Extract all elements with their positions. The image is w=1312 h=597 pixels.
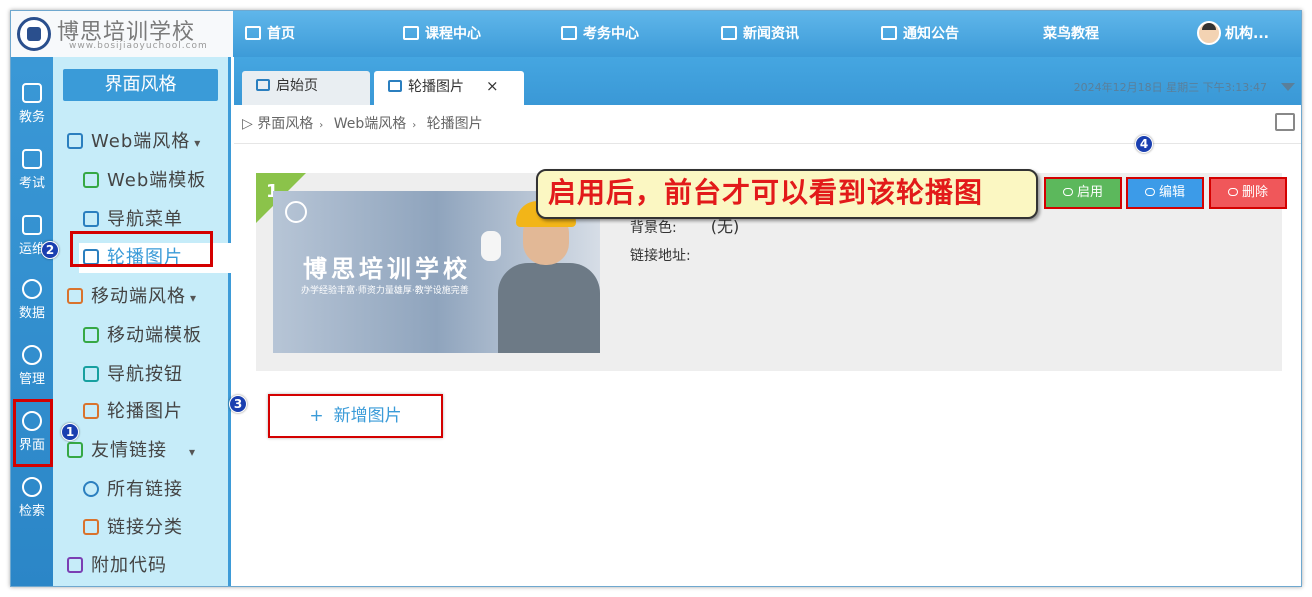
annotation-callout: 启用后，前台才可以看到该轮播图 <box>536 169 1038 219</box>
rail-item-ops[interactable]: 运维 <box>11 207 53 269</box>
nav-account[interactable]: 机构... <box>1197 11 1269 57</box>
nav-courses[interactable]: 课程中心 <box>403 11 481 57</box>
worker-figure <box>498 263 600 353</box>
category-icon <box>83 519 99 535</box>
sidebar-item-extra-code[interactable]: 附加代码 <box>67 551 167 581</box>
chevron-down-icon[interactable] <box>1281 83 1295 91</box>
app-window: 博思培训学校 www.bosijiaoyuchool.com 首页 课程中心 考… <box>10 10 1302 587</box>
books-icon <box>22 83 42 103</box>
banner-subtitle: 办学经验丰富·师资力量雄厚·教学设施完善 <box>301 286 469 296</box>
globe-icon <box>83 481 99 497</box>
tab-bar: 启始页 轮播图片 × 2024年12月18日 星期三 下午3:13:47 <box>234 57 1301 105</box>
breadcrumb-item[interactable]: Web端风格 <box>334 116 407 132</box>
monitor-icon <box>67 133 83 149</box>
nav-exams[interactable]: 考务中心 <box>561 11 639 57</box>
tab-start-page[interactable]: 启始页 <box>242 71 370 105</box>
sidebar-item-friend-links[interactable]: 友情链接 ▾ <box>67 436 196 466</box>
link-field: 链接地址: <box>630 248 691 264</box>
sidebar: 界面风格 Web端风格 ▾ Web端模板 导航菜单 轮播图片 移动端风格 ▾ 移动端… <box>53 57 233 586</box>
pie-chart-icon <box>22 279 42 299</box>
menu-tree-icon <box>83 211 99 227</box>
rail-item-manage[interactable]: 管理 <box>11 337 53 399</box>
sidebar-item-all-links[interactable]: 所有链接 <box>83 475 183 505</box>
sidebar-item-web-template[interactable]: Web端模板 <box>83 166 206 196</box>
add-image-button[interactable]: + 新增图片 <box>268 394 443 438</box>
toggle-icon <box>1062 188 1073 196</box>
grid-icon <box>83 366 99 382</box>
sidebar-header[interactable]: 界面风格 <box>63 69 218 101</box>
avatar <box>1197 21 1221 45</box>
logo[interactable]: 博思培训学校 www.bosijiaoyuchool.com <box>11 11 233 57</box>
close-icon[interactable]: × <box>486 77 499 95</box>
home-icon <box>245 26 261 40</box>
breadcrumb-item: 轮播图片 <box>426 116 483 132</box>
link-icon <box>67 442 83 458</box>
sidebar-item-link-categories[interactable]: 链接分类 <box>83 513 183 543</box>
step-marker: 4 <box>1135 135 1153 153</box>
breadcrumb-item[interactable]: 界面风格 <box>257 116 313 132</box>
step-marker: 2 <box>41 241 59 259</box>
rail-item-search[interactable]: 检索 <box>11 469 53 531</box>
plus-icon: + <box>309 406 324 426</box>
datetime: 2024年12月18日 星期三 下午3:13:47 <box>1073 81 1267 94</box>
worker-hand <box>481 231 501 261</box>
module-rail: 教务 考试 运维 数据 管理 界面 检索 <box>11 57 53 586</box>
school-seal-icon <box>17 17 51 51</box>
nav-tutorial[interactable]: 菜鸟教程 <box>1043 11 1099 57</box>
breadcrumb: ▷ 界面风格 › Web端风格 › 轮播图片 <box>242 113 483 133</box>
rail-item-exam[interactable]: 考试 <box>11 141 53 203</box>
edit-button[interactable]: 编辑 <box>1126 177 1204 209</box>
mobile-icon <box>67 288 83 304</box>
enable-button[interactable]: 启用 <box>1044 177 1122 209</box>
logo-subtitle: www.bosijiaoyuchool.com <box>69 41 208 51</box>
home-icon <box>256 79 270 91</box>
sidebar-item-mobile-carousel[interactable]: 轮播图片 <box>83 397 183 427</box>
carousel-icon <box>388 80 402 92</box>
highlight-box-carousel <box>70 231 213 267</box>
delete-button[interactable]: 删除 <box>1209 177 1287 209</box>
chevron-down-icon: ▾ <box>190 291 198 305</box>
printer-icon[interactable] <box>1275 113 1295 131</box>
rail-item-data[interactable]: 数据 <box>11 271 53 333</box>
shirt-icon <box>83 172 99 188</box>
exam-icon <box>22 149 42 169</box>
trash-icon <box>1227 188 1238 196</box>
sidebar-item-web-style[interactable]: Web端风格 ▾ <box>67 127 201 157</box>
banner-title: 博思培训学校 <box>303 255 471 283</box>
chevron-down-icon: ▾ <box>189 445 197 459</box>
sidebar-item-mobile-template[interactable]: 移动端模板 <box>83 321 202 351</box>
step-marker: 1 <box>61 423 79 441</box>
search-icon <box>22 477 42 497</box>
school-seal-icon <box>285 201 307 223</box>
carousel-icon <box>83 403 99 419</box>
tab-carousel[interactable]: 轮播图片 × <box>374 71 524 105</box>
sidebar-item-mobile-style[interactable]: 移动端风格 ▾ <box>67 282 197 312</box>
pencil-icon <box>1144 188 1155 196</box>
book-icon <box>403 26 419 40</box>
mobile-icon <box>83 327 99 343</box>
nav-home[interactable]: 首页 <box>245 11 295 57</box>
nav-notices[interactable]: 通知公告 <box>881 11 959 57</box>
breadcrumb-arrow-icon: ▷ <box>242 116 253 132</box>
step-marker: 3 <box>229 395 247 413</box>
nav-news[interactable]: 新闻资讯 <box>721 11 799 57</box>
sidebar-item-nav-buttons[interactable]: 导航按钮 <box>83 360 183 390</box>
code-icon <box>67 557 83 573</box>
breadcrumb-separator: › <box>412 120 417 131</box>
megaphone-icon <box>881 26 897 40</box>
rail-item-academic[interactable]: 教务 <box>11 75 53 137</box>
highlight-box-ui <box>13 399 53 467</box>
gear-icon <box>22 345 42 365</box>
news-icon <box>721 26 737 40</box>
exam-icon <box>561 26 577 40</box>
breadcrumb-separator: › <box>319 120 324 131</box>
gear-screen-icon <box>22 215 42 235</box>
chevron-down-icon: ▾ <box>194 136 202 150</box>
top-bar: 博思培训学校 www.bosijiaoyuchool.com 首页 课程中心 考… <box>11 11 1301 57</box>
